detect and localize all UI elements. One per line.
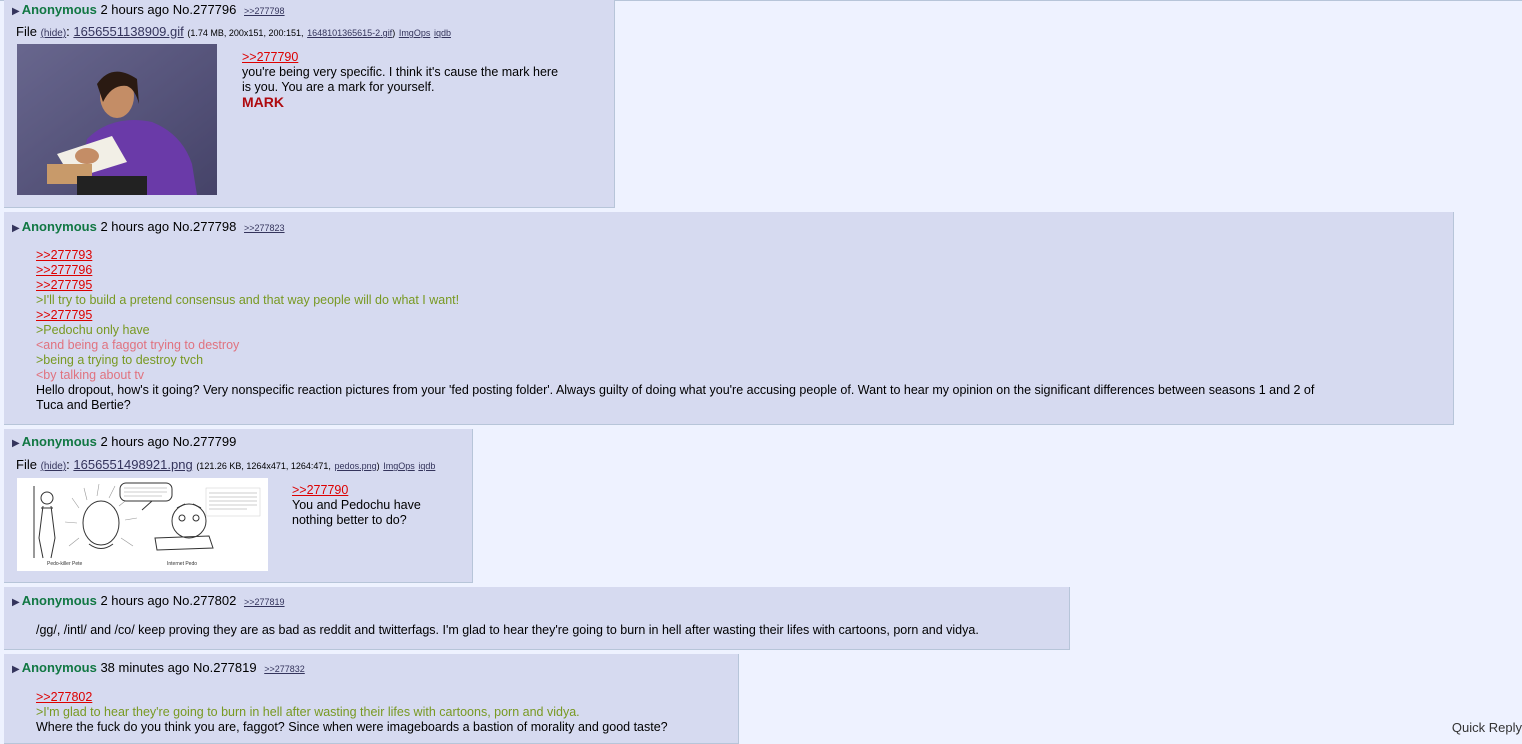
- post-277796: ▶ Anonymous 2 hours ago No.277796 >>27779…: [4, 0, 615, 208]
- post-time: 2 hours ago: [100, 593, 170, 608]
- post-info: ▶ Anonymous 2 hours ago No.277796 >>27779…: [12, 2, 285, 20]
- backlink[interactable]: >>277798: [244, 6, 285, 16]
- quote-link[interactable]: >>277795: [36, 278, 92, 292]
- post-info: ▶ Anonymous 2 hours ago No.277798 >>27782…: [12, 219, 285, 237]
- message-text: nothing better to do?: [292, 513, 407, 527]
- imgops-link[interactable]: ImgOps: [383, 461, 415, 471]
- message-text: Hello dropout, how's it going? Very nons…: [36, 383, 1315, 397]
- post-time: 38 minutes ago: [100, 660, 190, 675]
- backlink[interactable]: >>277832: [264, 664, 305, 674]
- file-label: File: [16, 457, 37, 472]
- file-meta: (1.74 MB, 200x151, 200:151,: [187, 28, 304, 38]
- message-text: Where the fuck do you think you are, fag…: [36, 720, 668, 734]
- post-time: 2 hours ago: [100, 2, 170, 17]
- post-menu-icon[interactable]: ▶: [12, 6, 20, 17]
- poster-name: Anonymous: [21, 434, 97, 449]
- post-menu-icon[interactable]: ▶: [12, 597, 20, 608]
- file-meta: (121.26 KB, 1264x471, 1264:471,: [196, 461, 331, 471]
- orig-filename[interactable]: 1648101365615-2.gif: [307, 28, 392, 38]
- poster-name: Anonymous: [21, 2, 97, 17]
- quote-link[interactable]: >>277796: [36, 263, 92, 277]
- message-text: you're being very specific. I think it's…: [242, 65, 559, 79]
- greentext-line: >I'm glad to hear they're going to burn …: [36, 705, 580, 719]
- post-menu-icon[interactable]: ▶: [12, 223, 20, 234]
- file-thumbnail[interactable]: Pedo-killer Pete Internet Pedo: [17, 478, 268, 571]
- quote-link[interactable]: >>277795: [36, 308, 92, 322]
- post-277819: ▶ Anonymous 38 minutes ago No.277819 >>27…: [4, 654, 739, 744]
- message-text: is you. You are a mark for yourself.: [242, 80, 435, 94]
- quote-link[interactable]: >>277790: [242, 50, 298, 64]
- file-thumbnail[interactable]: [17, 44, 217, 195]
- post-info: ▶ Anonymous 38 minutes ago No.277819 >>27…: [12, 660, 305, 678]
- message-text: /gg/, /intl/ and /co/ keep proving they …: [36, 623, 979, 637]
- poster-name: Anonymous: [21, 219, 97, 234]
- backlink[interactable]: >>277819: [244, 597, 285, 607]
- post-time: 2 hours ago: [100, 434, 170, 449]
- post-message: /gg/, /intl/ and /co/ keep proving they …: [36, 623, 1056, 638]
- hide-file-link[interactable]: (hide): [41, 461, 67, 472]
- post-time: 2 hours ago: [100, 219, 170, 234]
- post-info: ▶ Anonymous 2 hours ago No.277802 >>27781…: [12, 593, 285, 611]
- poster-name: Anonymous: [21, 660, 97, 675]
- thumb-caption-right: Internet Pedo: [167, 561, 197, 567]
- post-menu-icon[interactable]: ▶: [12, 664, 20, 675]
- file-label: File: [16, 24, 37, 39]
- iqdb-link[interactable]: iqdb: [434, 28, 451, 38]
- post-info: ▶ Anonymous 2 hours ago No.277799: [12, 434, 236, 452]
- quote-link[interactable]: >>277790: [292, 483, 348, 497]
- poster-name: Anonymous: [21, 593, 97, 608]
- post-message: >>277793 >>277796 >>277795 >I'll try to …: [36, 248, 1436, 413]
- message-text: Tuca and Bertie?: [36, 398, 131, 412]
- pinktext-line: <by talking about tv: [36, 368, 145, 382]
- greentext-line: >being a trying to destroy tvch: [36, 353, 204, 367]
- post-number[interactable]: No.277799: [173, 434, 237, 449]
- post-number[interactable]: No.277802: [173, 593, 237, 608]
- greentext-line: >Pedochu only have: [36, 323, 150, 337]
- colored-text: MARK: [242, 94, 284, 110]
- post-message: >>277790 you're being very specific. I t…: [242, 50, 602, 110]
- greentext-line: >I'll try to build a pretend consensus a…: [36, 293, 460, 307]
- iqdb-link[interactable]: iqdb: [418, 461, 435, 471]
- message-text: You and Pedochu have: [292, 498, 421, 512]
- post-277798: ▶ Anonymous 2 hours ago No.277798 >>27782…: [4, 212, 1454, 425]
- post-message: >>277790 You and Pedochu have nothing be…: [292, 483, 462, 528]
- quick-reply-button[interactable]: Quick Reply: [1452, 720, 1522, 735]
- post-number[interactable]: No.277796: [173, 2, 237, 17]
- quote-link[interactable]: >>277793: [36, 248, 92, 262]
- backlink[interactable]: >>277823: [244, 223, 285, 233]
- post-menu-icon[interactable]: ▶: [12, 438, 20, 449]
- thumb-caption-left: Pedo-killer Pete: [47, 561, 83, 567]
- file-info: File (hide): 1656551138909.gif (1.74 MB,…: [16, 24, 451, 39]
- file-info: File (hide): 1656551498921.png (121.26 K…: [16, 457, 436, 472]
- imgops-link[interactable]: ImgOps: [399, 28, 431, 38]
- hide-file-link[interactable]: (hide): [41, 28, 67, 39]
- post-message: >>277802 >I'm glad to hear they're going…: [36, 690, 736, 735]
- post-number[interactable]: No.277798: [173, 219, 237, 234]
- file-link[interactable]: 1656551138909.gif: [73, 24, 183, 39]
- pinktext-line: <and being a faggot trying to destroy: [36, 338, 240, 352]
- post-277802: ▶ Anonymous 2 hours ago No.277802 >>27781…: [4, 587, 1070, 650]
- post-277799: ▶ Anonymous 2 hours ago No.277799 File (h…: [4, 429, 473, 583]
- orig-filename[interactable]: pedos.png: [335, 461, 377, 471]
- quote-link[interactable]: >>277802: [36, 690, 92, 704]
- file-link[interactable]: 1656551498921.png: [73, 457, 192, 472]
- post-number[interactable]: No.277819: [193, 660, 257, 675]
